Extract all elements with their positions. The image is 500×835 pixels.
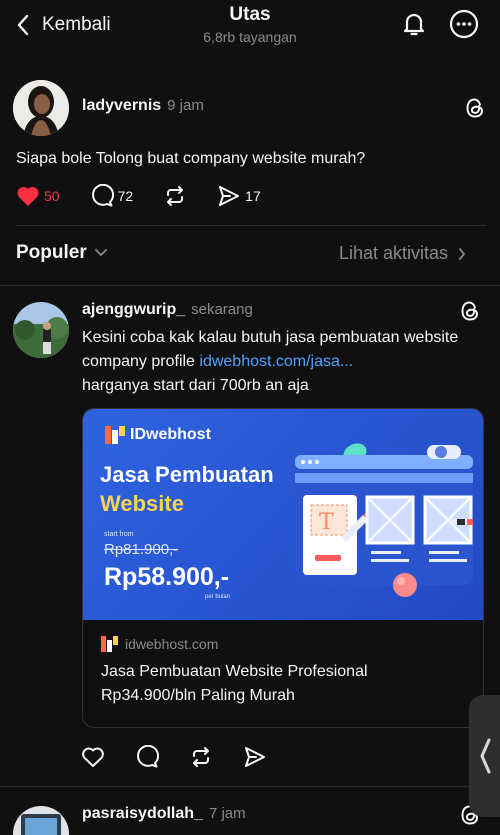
like-button[interactable] [81, 746, 105, 768]
share-button[interactable] [243, 745, 267, 769]
repost-button[interactable] [163, 184, 187, 208]
view-activity-label: Lihat aktivitas [339, 243, 449, 263]
divider [0, 285, 500, 286]
repost-icon [189, 745, 213, 769]
card-headline-2: Website [100, 491, 184, 516]
card-title: Jasa Pembuatan Website Profesional Rp34.… [101, 663, 368, 704]
post-text: Siapa bole Tolong buat company website m… [16, 150, 366, 167]
back-label: Kembali [42, 14, 111, 35]
post-time: 7 jam [208, 805, 246, 822]
sort-dropdown[interactable]: Populer [16, 242, 108, 264]
chevron-left-icon [479, 738, 491, 774]
card-old-price: Rp81.900,- [104, 541, 179, 558]
divider [16, 225, 486, 226]
site-favicon-icon [101, 636, 119, 652]
repost-icon [163, 184, 187, 208]
avatar[interactable] [13, 806, 69, 835]
share-button[interactable]: 17 [217, 184, 261, 208]
sort-label: Populer [16, 242, 87, 263]
reply-time: sekarang [191, 301, 253, 318]
reply-text: Kesini coba kak kalau butuh jasa pembuat… [82, 326, 462, 398]
username[interactable]: ladyvernis [82, 97, 161, 115]
side-panel-handle[interactable] [469, 695, 500, 817]
notifications-button[interactable] [400, 10, 428, 38]
back-button[interactable]: Kembali [16, 12, 111, 38]
send-icon [243, 745, 267, 769]
idwebhost-logo-icon [105, 426, 125, 444]
bell-icon [400, 10, 428, 38]
chevron-right-icon [458, 247, 466, 261]
svg-text:T: T [319, 510, 334, 535]
card-image: IDwebhost Jasa Pembuatan Website start f… [83, 409, 483, 620]
heart-icon [81, 746, 105, 768]
card-per-month: per bulan [205, 594, 231, 600]
post-time: 9 jam [167, 97, 204, 114]
card-start-from: start from [104, 531, 134, 538]
card-domain: idwebhost.com [125, 636, 219, 652]
page-title: Utas [229, 4, 271, 25]
send-icon [217, 184, 241, 208]
repost-button[interactable] [189, 745, 213, 769]
avatar[interactable] [13, 80, 69, 136]
threads-icon[interactable] [459, 299, 481, 323]
like-count: 50 [44, 188, 60, 204]
heart-filled-icon [16, 185, 40, 207]
reply-text-suffix: harganya start dari 700rb an aja [82, 377, 309, 394]
like-button[interactable]: 50 [16, 185, 60, 207]
website-illustration: T [289, 437, 479, 607]
chevron-left-icon [16, 14, 30, 36]
more-icon [449, 9, 479, 39]
more-options-button[interactable] [449, 9, 479, 39]
reply-link[interactable]: idwebhost.com/jasa... [199, 353, 353, 370]
comment-button[interactable] [135, 745, 159, 769]
view-activity-link[interactable]: Lihat aktivitas [339, 243, 466, 264]
card-brand: IDwebhost [130, 426, 211, 443]
view-count: 6,8rb tayangan [203, 29, 297, 45]
username[interactable]: pasraisydollah_ [82, 805, 203, 823]
comment-button[interactable]: 72 [90, 184, 134, 208]
card-headline-1: Jasa Pembuatan [100, 462, 274, 487]
username[interactable]: ajenggwurip_ [82, 301, 185, 319]
comment-count: 72 [117, 188, 134, 204]
share-count: 17 [245, 188, 261, 204]
threads-icon[interactable] [464, 96, 486, 120]
divider [0, 786, 500, 787]
comment-icon [90, 184, 114, 208]
comment-icon [135, 745, 159, 769]
link-preview-card[interactable]: IDwebhost Jasa Pembuatan Website start f… [82, 408, 484, 728]
card-new-price: Rp58.900,- [104, 563, 230, 591]
avatar[interactable] [13, 302, 69, 358]
chevron-down-icon [94, 248, 108, 258]
